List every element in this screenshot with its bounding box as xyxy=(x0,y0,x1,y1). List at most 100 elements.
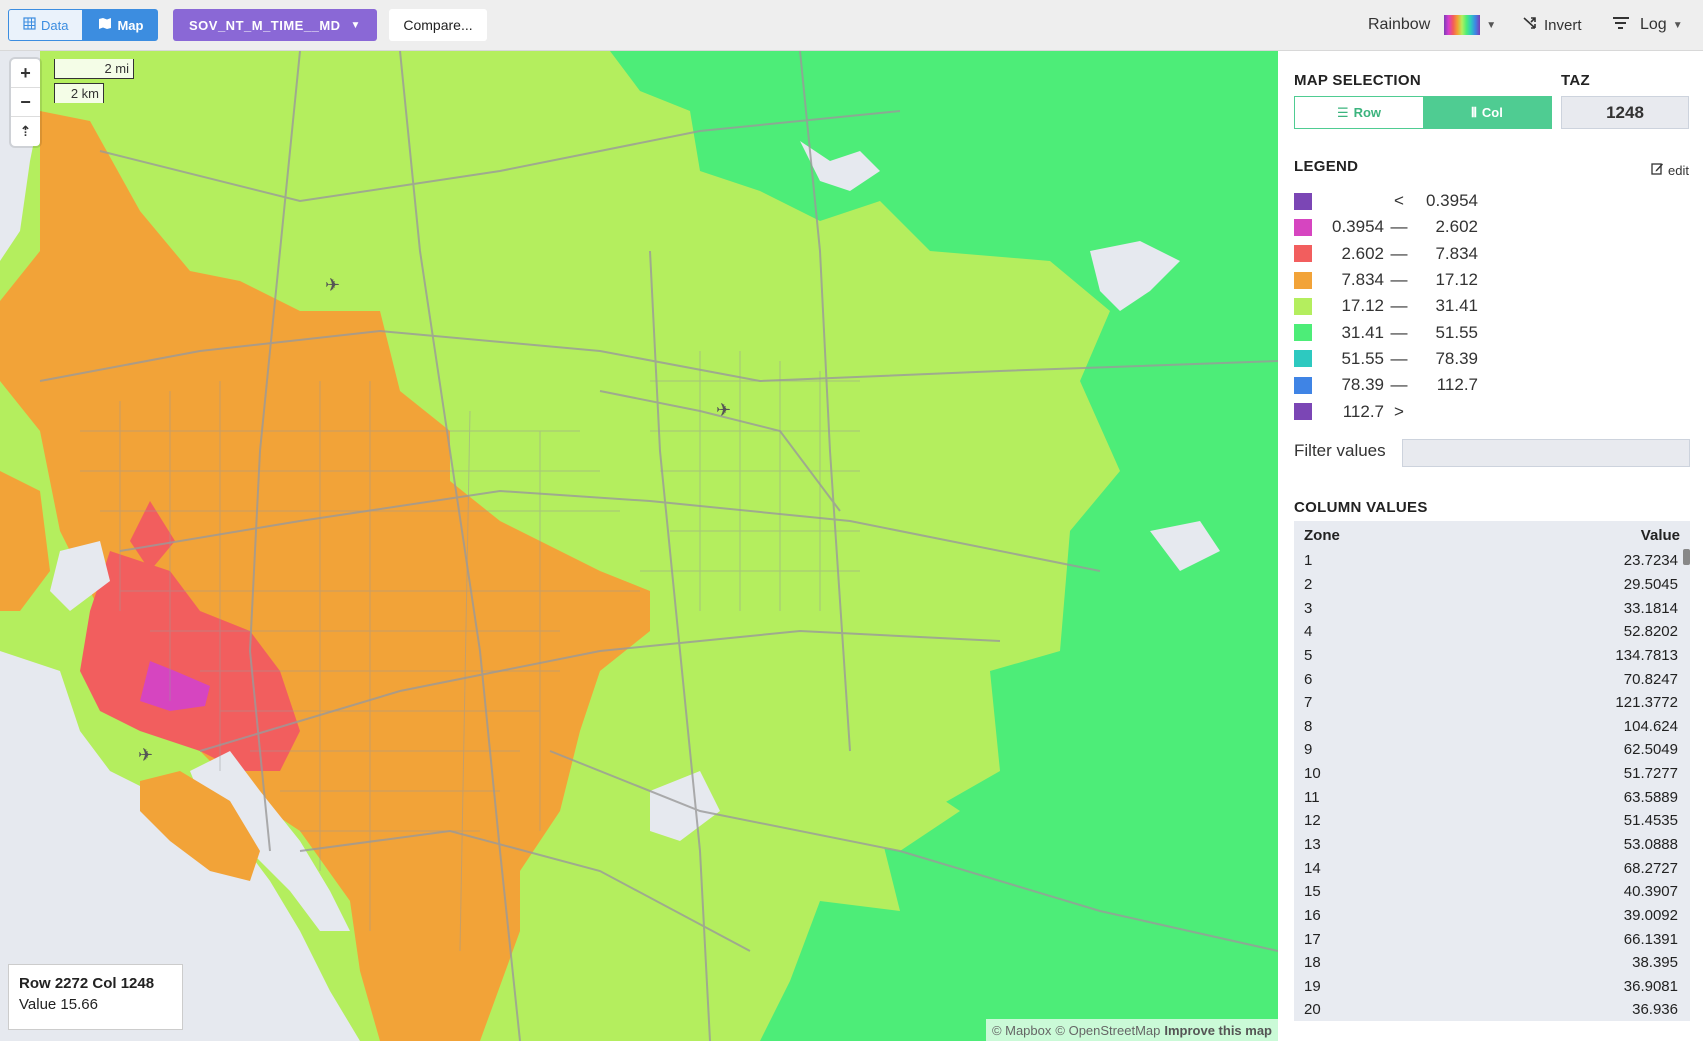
caret-down-icon: ▼ xyxy=(1672,19,1683,31)
airport-icon: ✈ xyxy=(325,275,340,295)
taz-input[interactable]: 1248 xyxy=(1561,96,1689,129)
caret-down-icon: ▼ xyxy=(1486,19,1497,31)
invert-button[interactable]: Invert xyxy=(1522,0,1582,50)
table-row[interactable]: 18 38.395 xyxy=(1294,951,1690,975)
legend-high-value: 0.3954 xyxy=(1426,191,1478,211)
zone-cell: 16 xyxy=(1304,906,1321,924)
legend-high-value: 78.39 xyxy=(1435,348,1478,368)
colorscheme-dropdown[interactable]: Rainbow ▼ xyxy=(1368,0,1496,50)
table-row[interactable]: 3 33.1814 xyxy=(1294,596,1690,620)
zone-cell: 5 xyxy=(1304,646,1313,664)
invert-label: Invert xyxy=(1544,16,1582,34)
zone-cell: 8 xyxy=(1304,717,1313,735)
table-row[interactable]: 10 51.7277 xyxy=(1294,762,1690,786)
zone-cell: 9 xyxy=(1304,741,1313,759)
legend-row: 78.39 — 112.7 xyxy=(1294,372,1494,398)
legend-high-value: 112.7 xyxy=(1436,375,1478,395)
table-row[interactable]: 2 29.5045 xyxy=(1294,573,1690,597)
zone-cell: 12 xyxy=(1304,812,1321,830)
table-row[interactable]: 9 62.5049 xyxy=(1294,738,1690,762)
taz-title: TAZ xyxy=(1561,72,1590,89)
svg-text:✈: ✈ xyxy=(716,400,731,420)
table-row[interactable]: 19 36.9081 xyxy=(1294,975,1690,999)
legend-row: 112.7 > xyxy=(1294,398,1494,424)
value-cell: 53.0888 xyxy=(1623,836,1678,853)
table-row[interactable]: 4 52.8202 xyxy=(1294,620,1690,644)
table-row[interactable]: 8 104.624 xyxy=(1294,714,1690,738)
legend-low-value: 112.7 xyxy=(1342,401,1384,421)
table-row[interactable]: 6 70.8247 xyxy=(1294,667,1690,691)
scale-dropdown[interactable]: Log ▼ xyxy=(1612,0,1683,50)
shuffle-icon xyxy=(1522,15,1538,35)
col-toggle-button[interactable]: ⦀ Col xyxy=(1423,97,1551,128)
map-canvas[interactable]: ✈ ✈ ✈ + − ⇡ 2 mi 2 km Row 2272 Col 1248 … xyxy=(0,51,1278,1041)
hover-value: Value 15.66 xyxy=(19,996,98,1013)
legend-high-value: 51.55 xyxy=(1435,322,1478,342)
list-icon: ☰ xyxy=(1336,104,1349,120)
matrix-name: SOV_NT_M_TIME__MD xyxy=(189,17,341,33)
value-cell: 39.0092 xyxy=(1623,906,1678,924)
col-label: Col xyxy=(1481,105,1503,120)
map-selection-title: MAP SELECTION xyxy=(1294,72,1421,89)
table-row[interactable]: 11 63.5889 xyxy=(1294,785,1690,809)
table-row[interactable]: 1 23.7234 xyxy=(1294,549,1690,573)
zoom-in-button[interactable]: + xyxy=(11,59,40,88)
column-values-title: COLUMN VALUES xyxy=(1294,499,1428,516)
table-row[interactable]: 14 68.2727 xyxy=(1294,856,1690,880)
row-toggle-button[interactable]: ☰ Row xyxy=(1295,97,1423,128)
value-cell: 104.624 xyxy=(1623,717,1678,735)
zone-cell: 4 xyxy=(1304,623,1313,641)
table-header: Zone Value xyxy=(1294,521,1690,549)
compare-button[interactable]: Compare... xyxy=(389,9,487,41)
value-cell: 36.9081 xyxy=(1623,977,1678,995)
zoom-controls: + − ⇡ xyxy=(11,59,40,146)
top-toolbar: Data Map SOV_NT_M_TIME__MD ▼ Compare... … xyxy=(0,0,1703,51)
osm-attribution-link[interactable]: © OpenStreetMap xyxy=(1055,1023,1160,1038)
value-column-header[interactable]: Value xyxy=(1641,527,1680,544)
table-row[interactable]: 20 36.936 xyxy=(1294,998,1690,1021)
table-scrollbar[interactable] xyxy=(1683,549,1690,565)
filter-values-label: Filter values xyxy=(1294,441,1386,460)
legend-high-value: 31.41 xyxy=(1435,296,1478,316)
data-view-label: Data xyxy=(41,17,69,33)
improve-map-link[interactable]: Improve this map xyxy=(1164,1023,1272,1038)
zone-cell: 15 xyxy=(1304,883,1321,901)
legend-row: 2.602 — 7.834 xyxy=(1294,241,1494,267)
value-cell: 36.936 xyxy=(1632,1001,1678,1019)
legend-separator: > xyxy=(1394,401,1404,421)
legend-swatch xyxy=(1294,297,1312,315)
table-row[interactable]: 12 51.4535 xyxy=(1294,809,1690,833)
data-view-button[interactable]: Data xyxy=(8,9,84,41)
zoom-out-button[interactable]: − xyxy=(11,88,40,117)
matrix-select-dropdown[interactable]: SOV_NT_M_TIME__MD ▼ xyxy=(173,9,377,41)
legend-row: 7.834 — 17.12 xyxy=(1294,267,1494,293)
zone-column-header[interactable]: Zone xyxy=(1304,527,1340,544)
legend-low-value: 2.602 xyxy=(1341,243,1384,263)
row-label: Row xyxy=(1353,105,1382,120)
value-cell: 134.7813 xyxy=(1615,646,1678,664)
table-row[interactable]: 5 134.7813 xyxy=(1294,644,1690,668)
compass-icon[interactable]: ⇡ xyxy=(11,117,40,146)
table-row[interactable]: 15 40.3907 xyxy=(1294,880,1690,904)
edit-legend-button[interactable]: edit xyxy=(1651,162,1689,178)
zone-cell: 7 xyxy=(1304,694,1313,712)
value-cell: 52.8202 xyxy=(1623,623,1678,641)
mapbox-attribution-link[interactable]: © Mapbox xyxy=(992,1023,1051,1038)
value-cell: 51.7277 xyxy=(1623,765,1678,783)
legend-row: 17.12 — 31.41 xyxy=(1294,293,1494,319)
table-row[interactable]: 17 66.1391 xyxy=(1294,927,1690,951)
scale-label: Log xyxy=(1640,16,1667,33)
table-row[interactable]: 16 39.0092 xyxy=(1294,904,1690,928)
filter-values-input[interactable] xyxy=(1402,439,1690,467)
view-toggle: Data Map xyxy=(8,9,159,41)
map-icon xyxy=(98,17,112,33)
table-row[interactable]: 7 121.3772 xyxy=(1294,691,1690,715)
table-row[interactable]: 13 53.0888 xyxy=(1294,833,1690,857)
legend-swatch xyxy=(1294,324,1312,342)
colorscheme-label: Rainbow xyxy=(1368,16,1431,33)
legend-swatch xyxy=(1294,192,1312,210)
value-cell: 70.8247 xyxy=(1623,670,1678,688)
map-view-button[interactable]: Map xyxy=(83,9,159,41)
edit-icon xyxy=(1651,162,1664,178)
legend-row: 0.3954 — 2.602 xyxy=(1294,214,1494,240)
